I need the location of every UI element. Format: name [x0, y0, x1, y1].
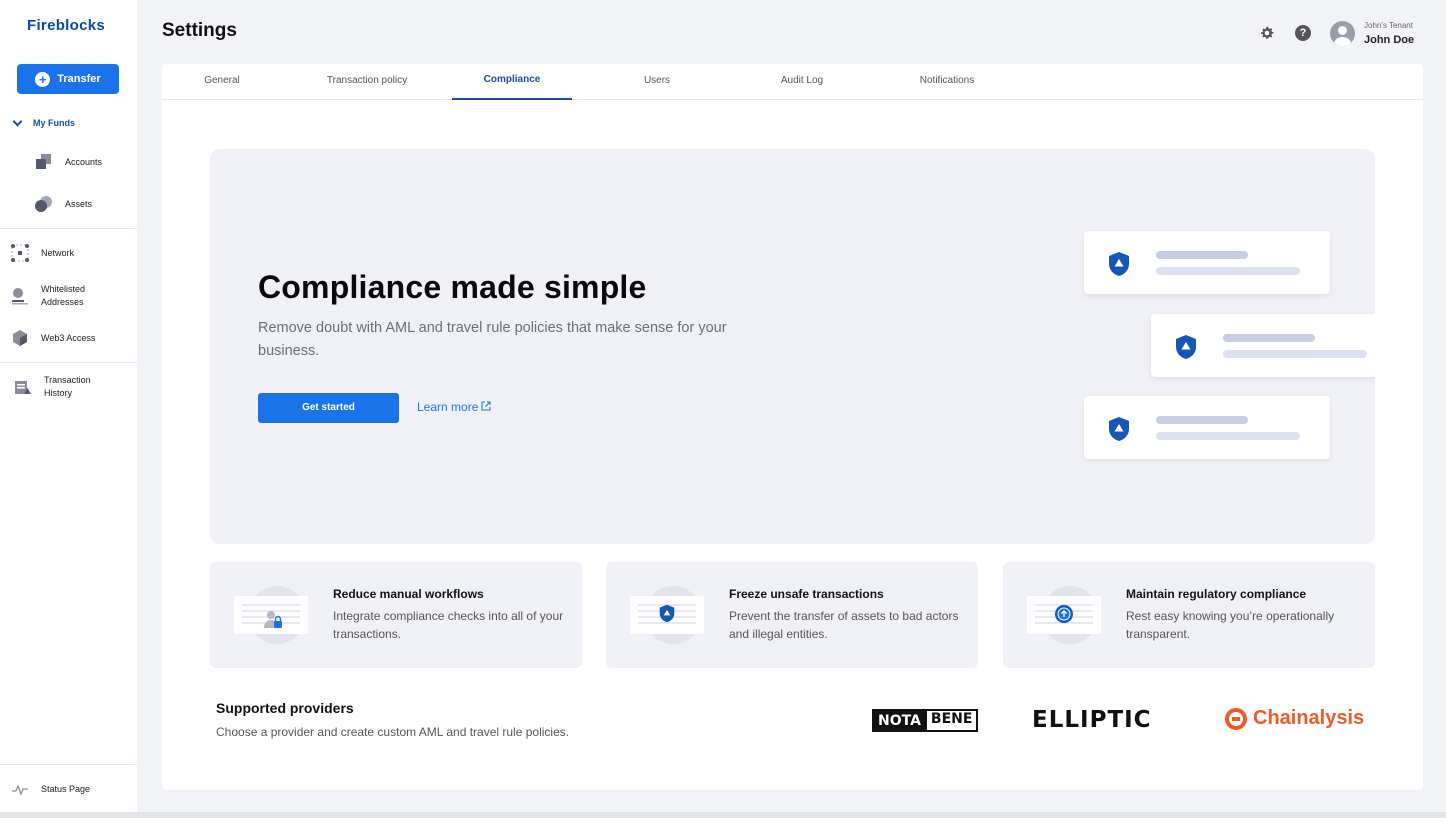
- sidebar-item-label: Web3 Access: [41, 332, 96, 343]
- feature-card-reduce-workflows: Reduce manual workflows Integrate compli…: [210, 562, 582, 668]
- feature-card-freeze-transactions: Freeze unsafe transactions Prevent the t…: [606, 562, 978, 668]
- history-icon: [14, 378, 32, 396]
- notabene-logo-part: NOTA: [874, 711, 925, 730]
- compliance-illustration: [1027, 586, 1101, 644]
- placeholder-bar: [1156, 267, 1300, 275]
- shield-icon: [659, 604, 675, 623]
- sidebar: Fireblocks + Transfer My Funds Accounts …: [0, 0, 137, 812]
- sidebar-item-transaction-history[interactable]: Transaction History: [14, 374, 124, 400]
- settings-tabs: General Transaction policy Compliance Us…: [162, 64, 1423, 100]
- help-icon[interactable]: ?: [1295, 25, 1311, 41]
- user-list-icon: [11, 287, 29, 305]
- feature-title: Freeze unsafe transactions: [729, 587, 884, 601]
- feature-text: Prevent the transfer of assets to bad ac…: [729, 609, 959, 641]
- sidebar-item-whitelisted-addresses[interactable]: Whitelisted Addresses: [11, 283, 121, 309]
- feature-title: Reduce manual workflows: [333, 587, 484, 601]
- learn-more-link[interactable]: Learn more: [417, 400, 491, 414]
- sidebar-item-my-funds[interactable]: My Funds: [12, 116, 75, 128]
- user-lock-icon: [264, 611, 282, 628]
- chevron-down-icon: [12, 116, 23, 126]
- feature-title: Maintain regulatory compliance: [1126, 587, 1307, 601]
- external-link-icon: [481, 400, 491, 414]
- cube-icon: [11, 329, 29, 347]
- transfer-button[interactable]: + Transfer: [17, 64, 119, 94]
- notabene-logo[interactable]: NOTA BENE: [872, 709, 979, 732]
- placeholder-bar: [1223, 350, 1367, 358]
- notabene-logo-part: BENE: [924, 711, 977, 730]
- illustration-card: [1084, 231, 1330, 294]
- transfer-label: Transfer: [57, 73, 101, 85]
- feature-text: Integrate compliance checks into all of …: [333, 609, 564, 641]
- tab-general[interactable]: General: [162, 64, 282, 100]
- sidebar-divider: [0, 764, 137, 765]
- sidebar-item-label: Network: [41, 247, 75, 258]
- shield-icon: [1108, 416, 1130, 447]
- sidebar-item-assets[interactable]: Assets: [35, 195, 92, 213]
- sidebar-item-label: Status Page: [41, 783, 91, 794]
- hero-subtitle: Remove doubt with AML and travel rule po…: [258, 320, 727, 359]
- avatar[interactable]: [1330, 21, 1355, 46]
- main-panel: General Transaction policy Compliance Us…: [162, 64, 1423, 790]
- user-name[interactable]: John Doe: [1364, 34, 1414, 46]
- sidebar-item-status-page[interactable]: Status Page: [11, 780, 90, 798]
- chainalysis-mark-icon: [1225, 707, 1247, 730]
- tab-compliance[interactable]: Compliance: [452, 64, 572, 100]
- gear-icon[interactable]: [1259, 25, 1275, 41]
- shield-icon: [1175, 334, 1197, 365]
- placeholder-bar: [1223, 334, 1315, 342]
- tab-audit-log[interactable]: Audit Log: [742, 64, 862, 100]
- upload-badge-icon: [1055, 605, 1073, 623]
- sidebar-item-label: Transaction History: [44, 375, 91, 398]
- tab-notifications[interactable]: Notifications: [887, 64, 1007, 100]
- feature-card-regulatory-compliance: Maintain regulatory compliance Rest easy…: [1003, 562, 1375, 668]
- tab-transaction-policy[interactable]: Transaction policy: [307, 64, 427, 100]
- chainalysis-label: Chainalysis: [1253, 707, 1365, 729]
- workflow-illustration: [234, 586, 308, 644]
- my-funds-label: My Funds: [33, 118, 75, 128]
- freeze-illustration: [630, 586, 704, 644]
- sidebar-item-label: Accounts: [65, 156, 103, 167]
- activity-icon: [11, 780, 29, 798]
- accounts-icon: [35, 153, 53, 171]
- sidebar-divider: [0, 228, 137, 229]
- fireblocks-logo: Fireblocks: [27, 17, 106, 34]
- sidebar-item-accounts[interactable]: Accounts: [35, 153, 102, 171]
- sidebar-item-web3-access[interactable]: Web3 Access: [11, 329, 95, 347]
- tenant-name: John's Tenant: [1364, 21, 1413, 30]
- hero-banner: Compliance made simple Remove doubt with…: [210, 149, 1375, 544]
- sidebar-item-network[interactable]: Network: [11, 244, 74, 262]
- elliptic-logo[interactable]: ELLIPTIC: [1032, 707, 1152, 733]
- illustration-card: [1151, 314, 1375, 377]
- shield-icon: [1108, 251, 1130, 282]
- page-title: Settings: [162, 20, 237, 41]
- get-started-button[interactable]: Get started: [258, 393, 399, 423]
- bottom-scroll-strip: [0, 812, 1446, 818]
- plus-icon: +: [35, 71, 51, 87]
- sidebar-divider: [0, 362, 137, 363]
- feature-text: Rest easy knowing you’re operationally t…: [1126, 609, 1335, 641]
- chainalysis-logo[interactable]: Chainalysis: [1225, 707, 1364, 730]
- placeholder-bar: [1156, 416, 1248, 424]
- providers-subtitle: Choose a provider and create custom AML …: [216, 725, 570, 739]
- learn-more-label: Learn more: [417, 400, 479, 414]
- sidebar-item-label: Whitelisted Addresses: [41, 284, 86, 307]
- tab-users[interactable]: Users: [597, 64, 717, 100]
- providers-title: Supported providers: [216, 700, 354, 716]
- illustration-card: [1084, 396, 1330, 459]
- hero-title: Compliance made simple: [258, 269, 647, 305]
- sidebar-item-label: Assets: [65, 198, 93, 209]
- placeholder-bar: [1156, 432, 1300, 440]
- placeholder-bar: [1156, 251, 1248, 259]
- network-icon: [11, 244, 29, 262]
- assets-icon: [35, 195, 53, 213]
